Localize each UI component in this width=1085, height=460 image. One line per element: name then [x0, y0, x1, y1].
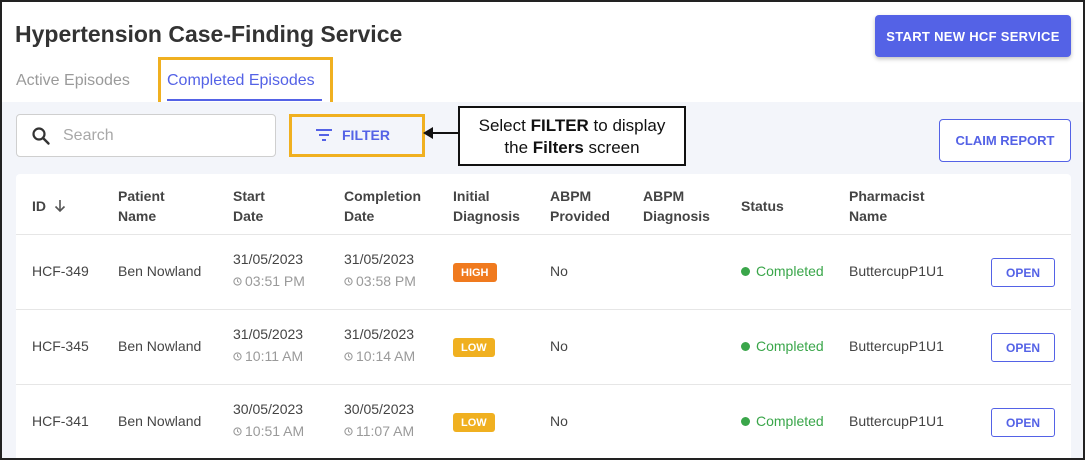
- sort-arrow-down-icon[interactable]: [54, 199, 66, 213]
- status-indicator: Completed: [741, 263, 824, 279]
- clock-icon: [344, 426, 353, 436]
- table-row: HCF-345 Ben Nowland 31/05/2023 10:11 AM …: [16, 309, 1071, 384]
- column-header-status: Status: [741, 198, 784, 214]
- column-header-completion-date: Completion Date: [344, 188, 421, 224]
- diagnosis-badge: HIGH: [453, 263, 497, 282]
- column-header-abpm-provided: ABPM Provided: [550, 188, 610, 224]
- completion-date: 30/05/2023: [344, 401, 415, 417]
- search-input[interactable]: [63, 126, 253, 145]
- pharmacist-name: ButtercupP1U1: [849, 338, 944, 354]
- completion-time: 03:58 PM: [344, 273, 416, 289]
- open-button[interactable]: OPEN: [991, 258, 1055, 287]
- status-dot-icon: [741, 416, 750, 426]
- clock-icon: [233, 351, 242, 361]
- active-tab-indicator: [167, 99, 322, 101]
- status-dot-icon: [741, 341, 750, 351]
- tab-active-episodes[interactable]: Active Episodes: [16, 72, 130, 90]
- open-button[interactable]: OPEN: [991, 408, 1055, 437]
- column-header-start-date: Start Date: [233, 188, 265, 224]
- start-date: 31/05/2023: [233, 326, 304, 342]
- start-time: 10:11 AM: [233, 348, 303, 364]
- patient-name: Ben Nowland: [118, 263, 202, 279]
- clock-icon: [344, 276, 353, 286]
- start-date: 30/05/2023: [233, 401, 304, 417]
- abpm-provided: No: [550, 338, 568, 354]
- start-time: 03:51 PM: [233, 273, 305, 289]
- completion-date: 31/05/2023: [344, 251, 415, 267]
- column-header-patient-name: Patient Name: [118, 188, 165, 224]
- callout-line-2: the Filters screen: [504, 138, 640, 157]
- filter-icon: [316, 129, 332, 141]
- clock-icon: [344, 351, 353, 361]
- abpm-provided: No: [550, 413, 568, 429]
- column-header-pharmacist-name: Pharmacist Name: [849, 188, 925, 224]
- search-icon: [32, 126, 50, 145]
- pharmacist-name: ButtercupP1U1: [849, 413, 944, 429]
- clock-icon: [233, 276, 242, 286]
- diagnosis-badge: LOW: [453, 413, 495, 432]
- episodes-table: ID Patient Name Start Date Completion Date …: [16, 174, 1071, 458]
- column-header-abpm-diagnosis: ABPM Diagnosis: [643, 188, 710, 224]
- start-time: 10:51 AM: [233, 423, 304, 439]
- page-title: Hypertension Case-Finding Service: [15, 21, 403, 47]
- start-new-hcf-service-button[interactable]: START NEW HCF SERVICE: [875, 15, 1071, 57]
- table-row: HCF-341 Ben Nowland 30/05/2023 10:51 AM …: [16, 384, 1071, 458]
- instruction-callout: Select FILTER to display the Filters scr…: [458, 106, 686, 166]
- start-date: 31/05/2023: [233, 251, 304, 267]
- filter-button[interactable]: FILTER: [316, 122, 390, 148]
- table-row: HCF-349 Ben Nowland 31/05/2023 03:51 PM …: [16, 234, 1071, 309]
- completion-time: 11:07 AM: [344, 423, 414, 439]
- app-window: Hypertension Case-Finding Service START …: [0, 0, 1085, 460]
- episode-id: HCF-341: [32, 413, 89, 429]
- status-indicator: Completed: [741, 338, 824, 354]
- pharmacist-name: ButtercupP1U1: [849, 263, 944, 279]
- column-header-id[interactable]: ID: [32, 196, 66, 216]
- completion-date: 31/05/2023: [344, 326, 415, 342]
- search-box[interactable]: [16, 114, 276, 157]
- callout-arrow-icon: [423, 127, 459, 139]
- episode-id: HCF-349: [32, 263, 89, 279]
- column-header-initial-diagnosis: Initial Diagnosis: [453, 188, 520, 224]
- episode-id: HCF-345: [32, 338, 89, 354]
- claim-report-button[interactable]: CLAIM REPORT: [939, 119, 1071, 162]
- filter-button-label: FILTER: [342, 127, 390, 143]
- open-button[interactable]: OPEN: [991, 333, 1055, 362]
- patient-name: Ben Nowland: [118, 413, 202, 429]
- clock-icon: [233, 426, 242, 436]
- status-indicator: Completed: [741, 413, 824, 429]
- status-dot-icon: [741, 266, 750, 276]
- diagnosis-badge: LOW: [453, 338, 495, 357]
- main-content: FILTER Select FILTER to display the Filt…: [2, 102, 1083, 458]
- completion-time: 10:14 AM: [344, 348, 415, 364]
- callout-line-1: Select FILTER to display: [478, 116, 666, 135]
- tab-completed-episodes[interactable]: Completed Episodes: [167, 72, 315, 90]
- abpm-provided: No: [550, 263, 568, 279]
- page-header: Hypertension Case-Finding Service START …: [2, 2, 1083, 105]
- patient-name: Ben Nowland: [118, 338, 202, 354]
